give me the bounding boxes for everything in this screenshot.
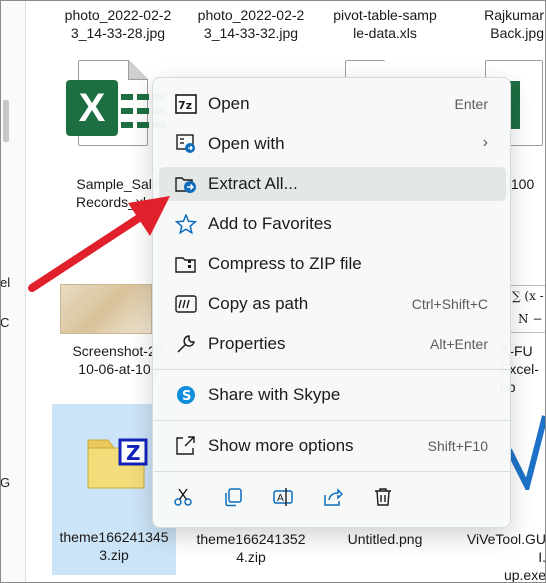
menu-item-add-favorites[interactable]: Add to Favorites [159,207,506,241]
menu-item-label: Show more options [208,436,354,455]
file-vivetool[interactable]: ViVeTool.GUI. up.exe [462,530,546,583]
formula-text: ∑ (x - [512,289,544,303]
wrench-icon [177,335,195,353]
file-name: Untitled.png [347,531,423,547]
file-photo-1[interactable]: photo_2022-02-2 3_14-33-28.jpg [56,6,180,42]
nav-scrollbar[interactable] [3,100,9,142]
svg-text:A: A [277,493,284,504]
cut-button[interactable] [168,482,198,512]
formula-text: N − [518,312,543,326]
file-name: 3.zip [99,547,129,563]
file-name: 4.zip [236,549,266,565]
menu-item-shortcut: Alt+Enter [430,336,488,352]
menu-separator [154,420,511,421]
file-name: pivot-table-samp [333,7,437,23]
svg-text:S: S [182,389,191,404]
copy-icon [225,488,242,507]
chevron-right-icon: › [482,134,488,151]
formula-thumbnail: ∑ (x - N − [505,285,546,333]
zip-icon [175,257,196,273]
menu-separator [154,471,511,472]
excel-icon: X [66,80,118,136]
share-button[interactable] [318,482,348,512]
vivetool-icon [506,415,546,490]
file-name: 3_14-33-28.jpg [70,25,166,41]
menu-item-label: Copy as path [208,294,309,313]
menu-item-copy-path[interactable]: Copy as path Ctrl+Shift+C [159,287,506,321]
file-name: ViVeTool.GUI. [466,531,546,565]
file-name: photo_2022-02-2 [197,7,305,23]
zip-folder-icon: Z [87,438,148,489]
nav-item-fragment: el [0,275,11,290]
menu-item-label: Share with Skype [208,385,341,404]
file-untitled-png[interactable]: Untitled.png [323,530,447,548]
copy-button[interactable] [218,482,248,512]
menu-item-label: Extract All... [208,174,298,193]
menu-separator [154,369,511,370]
star-icon [175,214,197,234]
file-name: theme166241352 [196,531,306,547]
7zip-icon: 7z [175,94,197,114]
rename-button[interactable]: A [268,482,298,512]
menu-item-label: Add to Favorites [208,214,332,233]
skype-icon: S [177,386,195,404]
file-name: le-data.xls [353,25,417,41]
file-name: 3_14-33-32.jpg [203,25,299,41]
extract-all-icon [175,177,196,193]
menu-item-label: Compress to ZIP file [208,254,362,273]
open-with-icon [176,134,195,153]
menu-item-shortcut: Enter [454,96,488,112]
menu-item-label: Open with [208,134,285,153]
file-name: Rajkumar [484,7,544,23]
nav-item-fragment: G [0,475,11,490]
context-menu: 7z Open Enter Open with › Extract All...… [152,77,511,528]
file-name: up.exe [503,567,546,583]
navigation-pane [0,0,26,583]
file-theme-zip-2[interactable]: theme166241352 4.zip [189,530,313,566]
svg-text:7z: 7z [178,99,192,112]
delete-icon [375,488,391,506]
nav-item-fragment: C [0,315,10,330]
cut-icon [174,488,192,506]
menu-item-extract-all[interactable]: Extract All... [159,167,506,201]
file-rajkumar[interactable]: Rajkumar Back.jpg [456,6,544,42]
file-name: Back.jpg [490,25,544,41]
menu-item-shortcut: Ctrl+Shift+C [411,296,488,312]
menu-item-label: Open [208,94,250,113]
svg-text:Z: Z [126,441,141,465]
screenshot-thumbnail [60,284,152,334]
file-name: photo_2022-02-2 [64,7,172,23]
delete-button[interactable] [368,482,398,512]
menu-item-properties[interactable]: Properties Alt+Enter [159,327,506,361]
share-icon [324,488,343,506]
file-name: theme166241345 [59,529,169,545]
menu-item-compress-zip[interactable]: Compress to ZIP file [159,247,506,281]
menu-item-shortcut: Shift+F10 [427,438,488,454]
file-pivot-table[interactable]: pivot-table-samp le-data.xls [323,6,447,42]
page-fold [128,60,148,80]
menu-item-open[interactable]: 7z Open Enter [159,87,506,121]
rename-icon: A [273,488,293,506]
menu-item-open-with[interactable]: Open with › [159,127,506,161]
menu-item-share-skype[interactable]: S Share with Skype [159,378,506,412]
copy-path-icon [175,295,197,313]
file-photo-2[interactable]: photo_2022-02-2 3_14-33-32.jpg [189,6,313,42]
show-more-icon [176,436,195,455]
menu-item-label: Properties [208,334,286,353]
menu-item-show-more[interactable]: Show more options Shift+F10 [159,429,506,463]
